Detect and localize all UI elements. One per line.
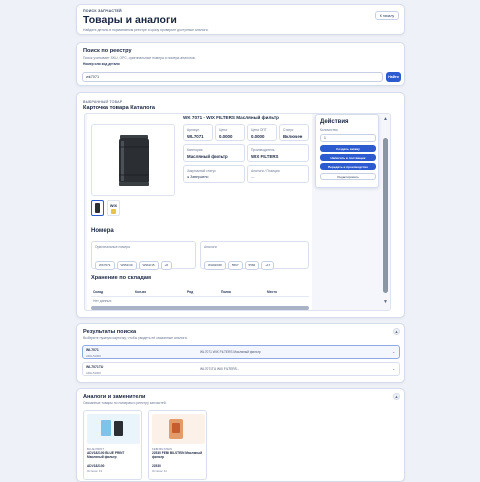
horizontal-scrollbar[interactable] <box>91 306 309 310</box>
actions-panel: Действия Количество 1 Создать заявку Нап… <box>315 114 379 188</box>
analog-card-2[interactable]: FEBI BILSTEIN 22530 FEBI BILSTEIN Маслян… <box>148 410 207 480</box>
vertical-scrollbar[interactable]: ▲ ▼ <box>382 114 390 310</box>
analog-image <box>152 414 205 444</box>
thumbnail-filter[interactable] <box>91 200 104 216</box>
stock-title: Хранение по складам <box>91 275 152 281</box>
chip[interactable]: W952/49 <box>116 260 137 270</box>
wix-logo: WIX <box>109 204 118 208</box>
stock-col-qty: Кол-во <box>135 290 147 294</box>
product-card: ВЫБРАННЫЙ ТОВАР Карточка товара Каталога… <box>76 92 405 318</box>
send-production-button[interactable]: Передать в производство <box>320 163 376 170</box>
stock-col-row: Ряд <box>187 290 194 294</box>
stock-empty: Нет данных <box>93 299 112 303</box>
original-numbers-box: Оригинальные номера WK7071 W952/49 W962/15… <box>91 241 196 271</box>
results-card: Результаты поиска Выберите нужную карточ… <box>76 323 405 383</box>
collapse-icon[interactable]: ▲ <box>393 328 400 335</box>
search-title: Поиск по реестру <box>83 48 132 54</box>
product-title: Карточка товара Каталога <box>83 105 156 111</box>
analogs-hint: Связанные товары по номерам и реестру за… <box>83 401 167 405</box>
results-hint: Выберите нужную карточку, чтобы увидеть … <box>83 336 188 340</box>
page-title: Товары и аналоги <box>83 14 177 26</box>
search-input[interactable]: wk7071 <box>82 72 383 82</box>
thumbnail-logo[interactable]: WIX <box>107 200 120 216</box>
result-row-selected[interactable]: WL7071 ARG-51006 WL7071 WIX FILTERS Масл… <box>82 345 400 359</box>
analog-numbers-box: Аналоги WH9203R 5567 5566 +17 <box>200 241 309 271</box>
field-purchase-status: Закупочный статус ● Завершено <box>183 165 245 183</box>
product-image[interactable] <box>91 124 175 196</box>
field-sku: Артикул WL7071 <box>183 124 213 141</box>
actions-title: Действия <box>320 119 349 125</box>
stock-col-warehouse: Склад <box>93 290 104 294</box>
scroll-down-icon[interactable]: ▼ <box>383 299 388 305</box>
field-category: Категория Масляный фильтр <box>183 144 245 162</box>
search-card: Поиск по реестру Поиск учитывает SKU, OP… <box>76 42 405 86</box>
collapse-icon[interactable]: ▲ <box>393 393 400 400</box>
chip[interactable]: WH9203R <box>204 260 226 270</box>
chip-more[interactable]: +8 <box>160 260 172 270</box>
scroll-up-icon[interactable]: ▲ <box>383 116 388 122</box>
product-name: WK 7071 - WIX FILTERS Масляный фильтр <box>183 115 279 120</box>
chip[interactable]: 5567 <box>227 260 243 270</box>
qty-label: Количество <box>320 128 338 132</box>
analog-image <box>87 414 140 444</box>
numbers-title: Номера <box>91 228 114 234</box>
header-card: ПОИСК ЗАПЧАСТЕЙ Товары и аналоги Найдите… <box>76 4 405 35</box>
product-scroll-area[interactable]: WK 7071 - WIX FILTERS Масляный фильтр WI… <box>84 113 391 311</box>
qty-input[interactable]: 1 <box>320 134 376 142</box>
purchase-status-value: ● Завершено <box>187 175 209 179</box>
product-inner: WK 7071 - WIX FILTERS Масляный фильтр WI… <box>87 114 312 310</box>
stock-col-shelf: Полка <box>221 290 231 294</box>
field-manufacturer: Производитель WIX FILTERS <box>247 144 309 162</box>
chip[interactable]: WK7071 <box>95 260 115 270</box>
field-analogs-positions: Аналоги / Позиции — <box>247 165 309 183</box>
chip[interactable]: W962/15 <box>138 260 159 270</box>
results-title: Результаты поиска <box>83 329 137 335</box>
analogs-card: Аналоги и заменители Связанные товары по… <box>76 388 405 482</box>
stock-col-place: Место <box>267 290 277 294</box>
field-status: Статус Включен <box>279 124 309 141</box>
analogs-title: Аналоги и заменители <box>83 394 146 400</box>
search-button[interactable]: Найти <box>386 72 401 82</box>
search-field-label: Номер или код детали <box>83 62 120 66</box>
header-eyebrow: ПОИСК ЗАПЧАСТЕЙ <box>83 9 122 13</box>
analog-card-1[interactable]: BLUE PRINT ADV182100 BLUE PRINT Масляный… <box>83 410 142 480</box>
field-wholesale-price: Цена ОПТ 0.0000 <box>247 124 277 141</box>
search-hint: Поиск учитывает SKU, OPC, оригинальные н… <box>83 56 196 60</box>
edit-button[interactable]: Редактировать <box>320 173 376 180</box>
field-price: Цена 0.0000 <box>215 124 245 141</box>
write-supplier-button[interactable]: Написать в поставщик <box>320 154 376 161</box>
chevron-down-icon[interactable]: ⌄ <box>392 366 395 371</box>
original-chips: WK7071 W952/49 W962/15 +8 <box>95 253 174 271</box>
analog-chips: WH9203R 5567 5566 +17 <box>204 253 276 271</box>
chip[interactable]: 5566 <box>244 260 260 270</box>
create-request-button[interactable]: Создать заявку <box>320 145 376 152</box>
back-button[interactable]: К началу <box>375 11 399 20</box>
scroll-thumb[interactable] <box>383 138 388 293</box>
chip-more[interactable]: +17 <box>261 260 275 270</box>
page-subtitle: Найдите деталь в нормативном реестре и с… <box>83 28 209 32</box>
product-eyebrow: ВЫБРАННЫЙ ТОВАР <box>83 100 123 104</box>
chevron-down-icon[interactable]: ⌄ <box>392 349 395 354</box>
result-row[interactable]: WL7071TU ARG-51006 WL7071TU WIX FILTERS.… <box>82 362 400 376</box>
